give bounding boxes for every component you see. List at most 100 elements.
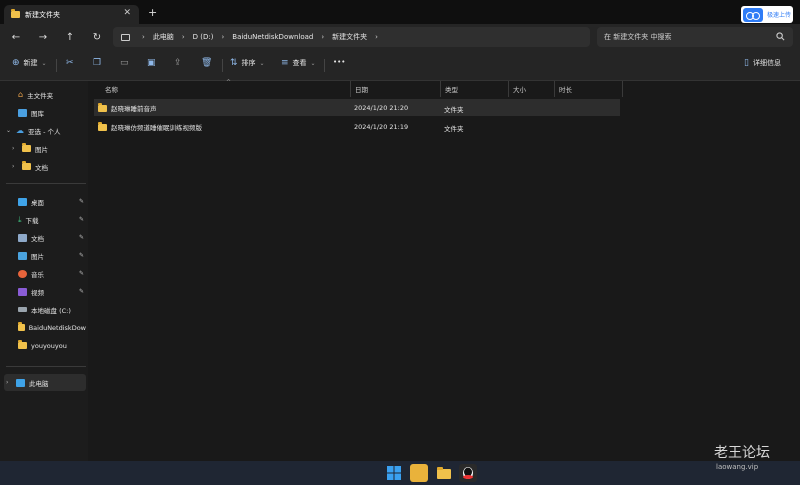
sidebar-item-cloud-documents[interactable]: › 文档 xyxy=(4,158,86,175)
chevron-down-icon: ⌄ xyxy=(6,127,12,134)
new-tab-button[interactable]: + xyxy=(148,6,157,19)
sidebar-item-this-pc[interactable]: › 此电脑 xyxy=(4,374,86,391)
column-header-duration[interactable]: 时长 xyxy=(559,84,572,94)
address-bar[interactable]: › 此电脑 › D (D:) › BaiduNetdiskDownload › … xyxy=(113,27,590,47)
title-bar: 新建文件夹 ✕ + 极速上传 xyxy=(0,0,800,24)
baidu-upload-label: 极速上传 xyxy=(767,12,792,19)
delete-button[interactable]: 🗑 xyxy=(201,58,212,68)
details-pane-icon: ▯ xyxy=(744,58,749,68)
paste-icon: ▭ xyxy=(120,58,129,68)
file-list: 名称 ^ 日期 类型 大小 时长 赵晓琳睡前音声 2024/1/20 21:20… xyxy=(88,79,800,461)
column-header-date[interactable]: 日期 xyxy=(355,84,368,94)
divider xyxy=(56,59,57,72)
refresh-button[interactable]: ↻ xyxy=(89,29,105,45)
navigation-bar: ← → ↑ ↻ › 此电脑 › D (D:) › BaiduNetdiskDow… xyxy=(0,24,800,50)
sidebar-item-baidu-download[interactable]: BaiduNetdiskDow xyxy=(4,319,86,336)
file-date: 2024/1/20 21:19 xyxy=(354,123,409,131)
new-label: 新建 xyxy=(23,59,38,67)
breadcrumb-new-folder[interactable]: 新建文件夹 xyxy=(332,32,367,42)
tab-new-folder[interactable]: 新建文件夹 ✕ xyxy=(4,5,139,24)
table-row[interactable]: 赵晓琳仿频道睡催眠训练视频版 2024/1/20 21:19 文件夹 xyxy=(94,118,620,135)
music-icon xyxy=(18,269,27,278)
column-separator[interactable] xyxy=(508,81,509,97)
pc-icon xyxy=(16,378,25,387)
watermark-title: 老王论坛 xyxy=(714,445,770,461)
sidebar-item-label: 亚选 - 个人 xyxy=(28,127,61,136)
breadcrumb-separator[interactable]: › xyxy=(221,33,224,41)
column-header-name[interactable]: 名称 xyxy=(105,84,118,94)
sidebar-item-label: 视频 xyxy=(31,288,44,297)
folder-icon xyxy=(11,9,20,18)
file-explorer-icon[interactable] xyxy=(435,464,453,482)
column-separator[interactable] xyxy=(350,81,351,97)
paste-button[interactable]: ▭ xyxy=(120,58,129,68)
breadcrumb-separator[interactable]: › xyxy=(321,33,324,41)
gallery-icon xyxy=(18,108,27,117)
file-date: 2024/1/20 21:20 xyxy=(354,104,409,112)
search-placeholder: 在 新建文件夹 中搜索 xyxy=(604,33,672,41)
qq-icon[interactable] xyxy=(459,464,477,482)
sidebar-item-local-disk-c[interactable]: 本地磁盘 (C:) xyxy=(4,301,86,318)
sidebar-item-videos[interactable]: 视频 ✎ xyxy=(4,283,86,300)
view-button[interactable]: ≡ 查看 ⌄ xyxy=(281,58,316,68)
sidebar-item-label: 图库 xyxy=(31,109,44,118)
cloud-icon: ☁ xyxy=(16,126,24,135)
back-button[interactable]: ← xyxy=(8,29,24,45)
watermark-url: laowang.vip xyxy=(716,463,759,471)
up-button[interactable]: ↑ xyxy=(62,29,78,45)
column-separator[interactable] xyxy=(554,81,555,97)
baidu-upload-button[interactable]: 极速上传 xyxy=(741,6,793,23)
sidebar-item-label: 本地磁盘 (C:) xyxy=(31,306,71,315)
sidebar-item-gallery[interactable]: 图库 xyxy=(4,104,86,121)
sidebar-item-label: 下载 xyxy=(25,216,39,225)
sidebar-item-label: 此电脑 xyxy=(29,379,49,388)
sidebar-item-desktop[interactable]: 桌面 ✎ xyxy=(4,193,86,210)
column-separator[interactable] xyxy=(622,81,623,97)
rename-button[interactable]: ▣ xyxy=(147,58,156,68)
table-row[interactable]: 赵晓琳睡前音声 2024/1/20 21:20 文件夹 xyxy=(94,99,620,116)
document-icon xyxy=(18,233,27,242)
tab-title: 新建文件夹 xyxy=(25,10,60,19)
folder-icon xyxy=(98,102,107,112)
share-button[interactable]: ⇪ xyxy=(174,58,182,68)
column-header-size[interactable]: 大小 xyxy=(513,84,526,94)
breadcrumb-separator[interactable]: › xyxy=(375,33,378,41)
start-button[interactable] xyxy=(385,464,403,482)
sidebar-item-youyouyou[interactable]: youyouyou xyxy=(4,337,86,354)
scissors-icon: ✂ xyxy=(66,58,74,68)
search-input[interactable]: 在 新建文件夹 中搜索 xyxy=(597,27,793,47)
rename-icon: ▣ xyxy=(147,58,156,68)
breadcrumb-baidu[interactable]: BaiduNetdiskDownload xyxy=(232,33,313,41)
sidebar-item-music[interactable]: 音乐 ✎ xyxy=(4,265,86,282)
file-name: 赵晓琳睡前音声 xyxy=(111,105,157,113)
sidebar-item-cloud-pictures[interactable]: › 图片 xyxy=(4,140,86,157)
pin-icon: ✎ xyxy=(78,234,84,241)
sort-button[interactable]: ⇅ 排序 ⌄ xyxy=(230,58,265,68)
copy-button[interactable]: ❐ xyxy=(93,58,101,68)
notes-app-icon[interactable] xyxy=(410,464,428,482)
cut-button[interactable]: ✂ xyxy=(66,58,74,68)
details-pane-button[interactable]: ▯ 详细信息 xyxy=(744,58,781,68)
close-tab-icon[interactable]: ✕ xyxy=(123,8,131,18)
sidebar-item-home[interactable]: ⌂ 主文件夹 xyxy=(4,86,86,103)
sidebar-item-label: 音乐 xyxy=(31,270,44,279)
breadcrumb-drive-d[interactable]: D (D:) xyxy=(193,33,214,41)
forward-button[interactable]: → xyxy=(35,29,51,45)
pin-icon: ✎ xyxy=(78,270,84,277)
column-separator[interactable] xyxy=(440,81,441,97)
sort-arrow-icon: ^ xyxy=(226,79,232,86)
sidebar-item-documents[interactable]: 文档 ✎ xyxy=(4,229,86,246)
breadcrumb-this-pc[interactable]: 此电脑 xyxy=(153,32,174,42)
video-icon xyxy=(18,287,27,296)
breadcrumb-separator[interactable]: › xyxy=(142,33,145,41)
sidebar-item-pictures[interactable]: 图片 ✎ xyxy=(4,247,86,264)
sidebar-item-cloud[interactable]: ⌄ ☁ 亚选 - 个人 xyxy=(4,122,86,139)
more-options-button[interactable]: ••• xyxy=(333,58,345,66)
home-icon: ⌂ xyxy=(18,90,24,99)
search-icon xyxy=(776,32,785,43)
sidebar-item-label: 图片 xyxy=(35,145,48,154)
breadcrumb-separator[interactable]: › xyxy=(182,33,185,41)
sidebar-item-downloads[interactable]: ⤓ 下载 ✎ xyxy=(4,211,86,228)
column-header-type[interactable]: 类型 xyxy=(445,84,458,94)
new-button[interactable]: ⊕ 新建 ⌄ xyxy=(12,58,47,68)
